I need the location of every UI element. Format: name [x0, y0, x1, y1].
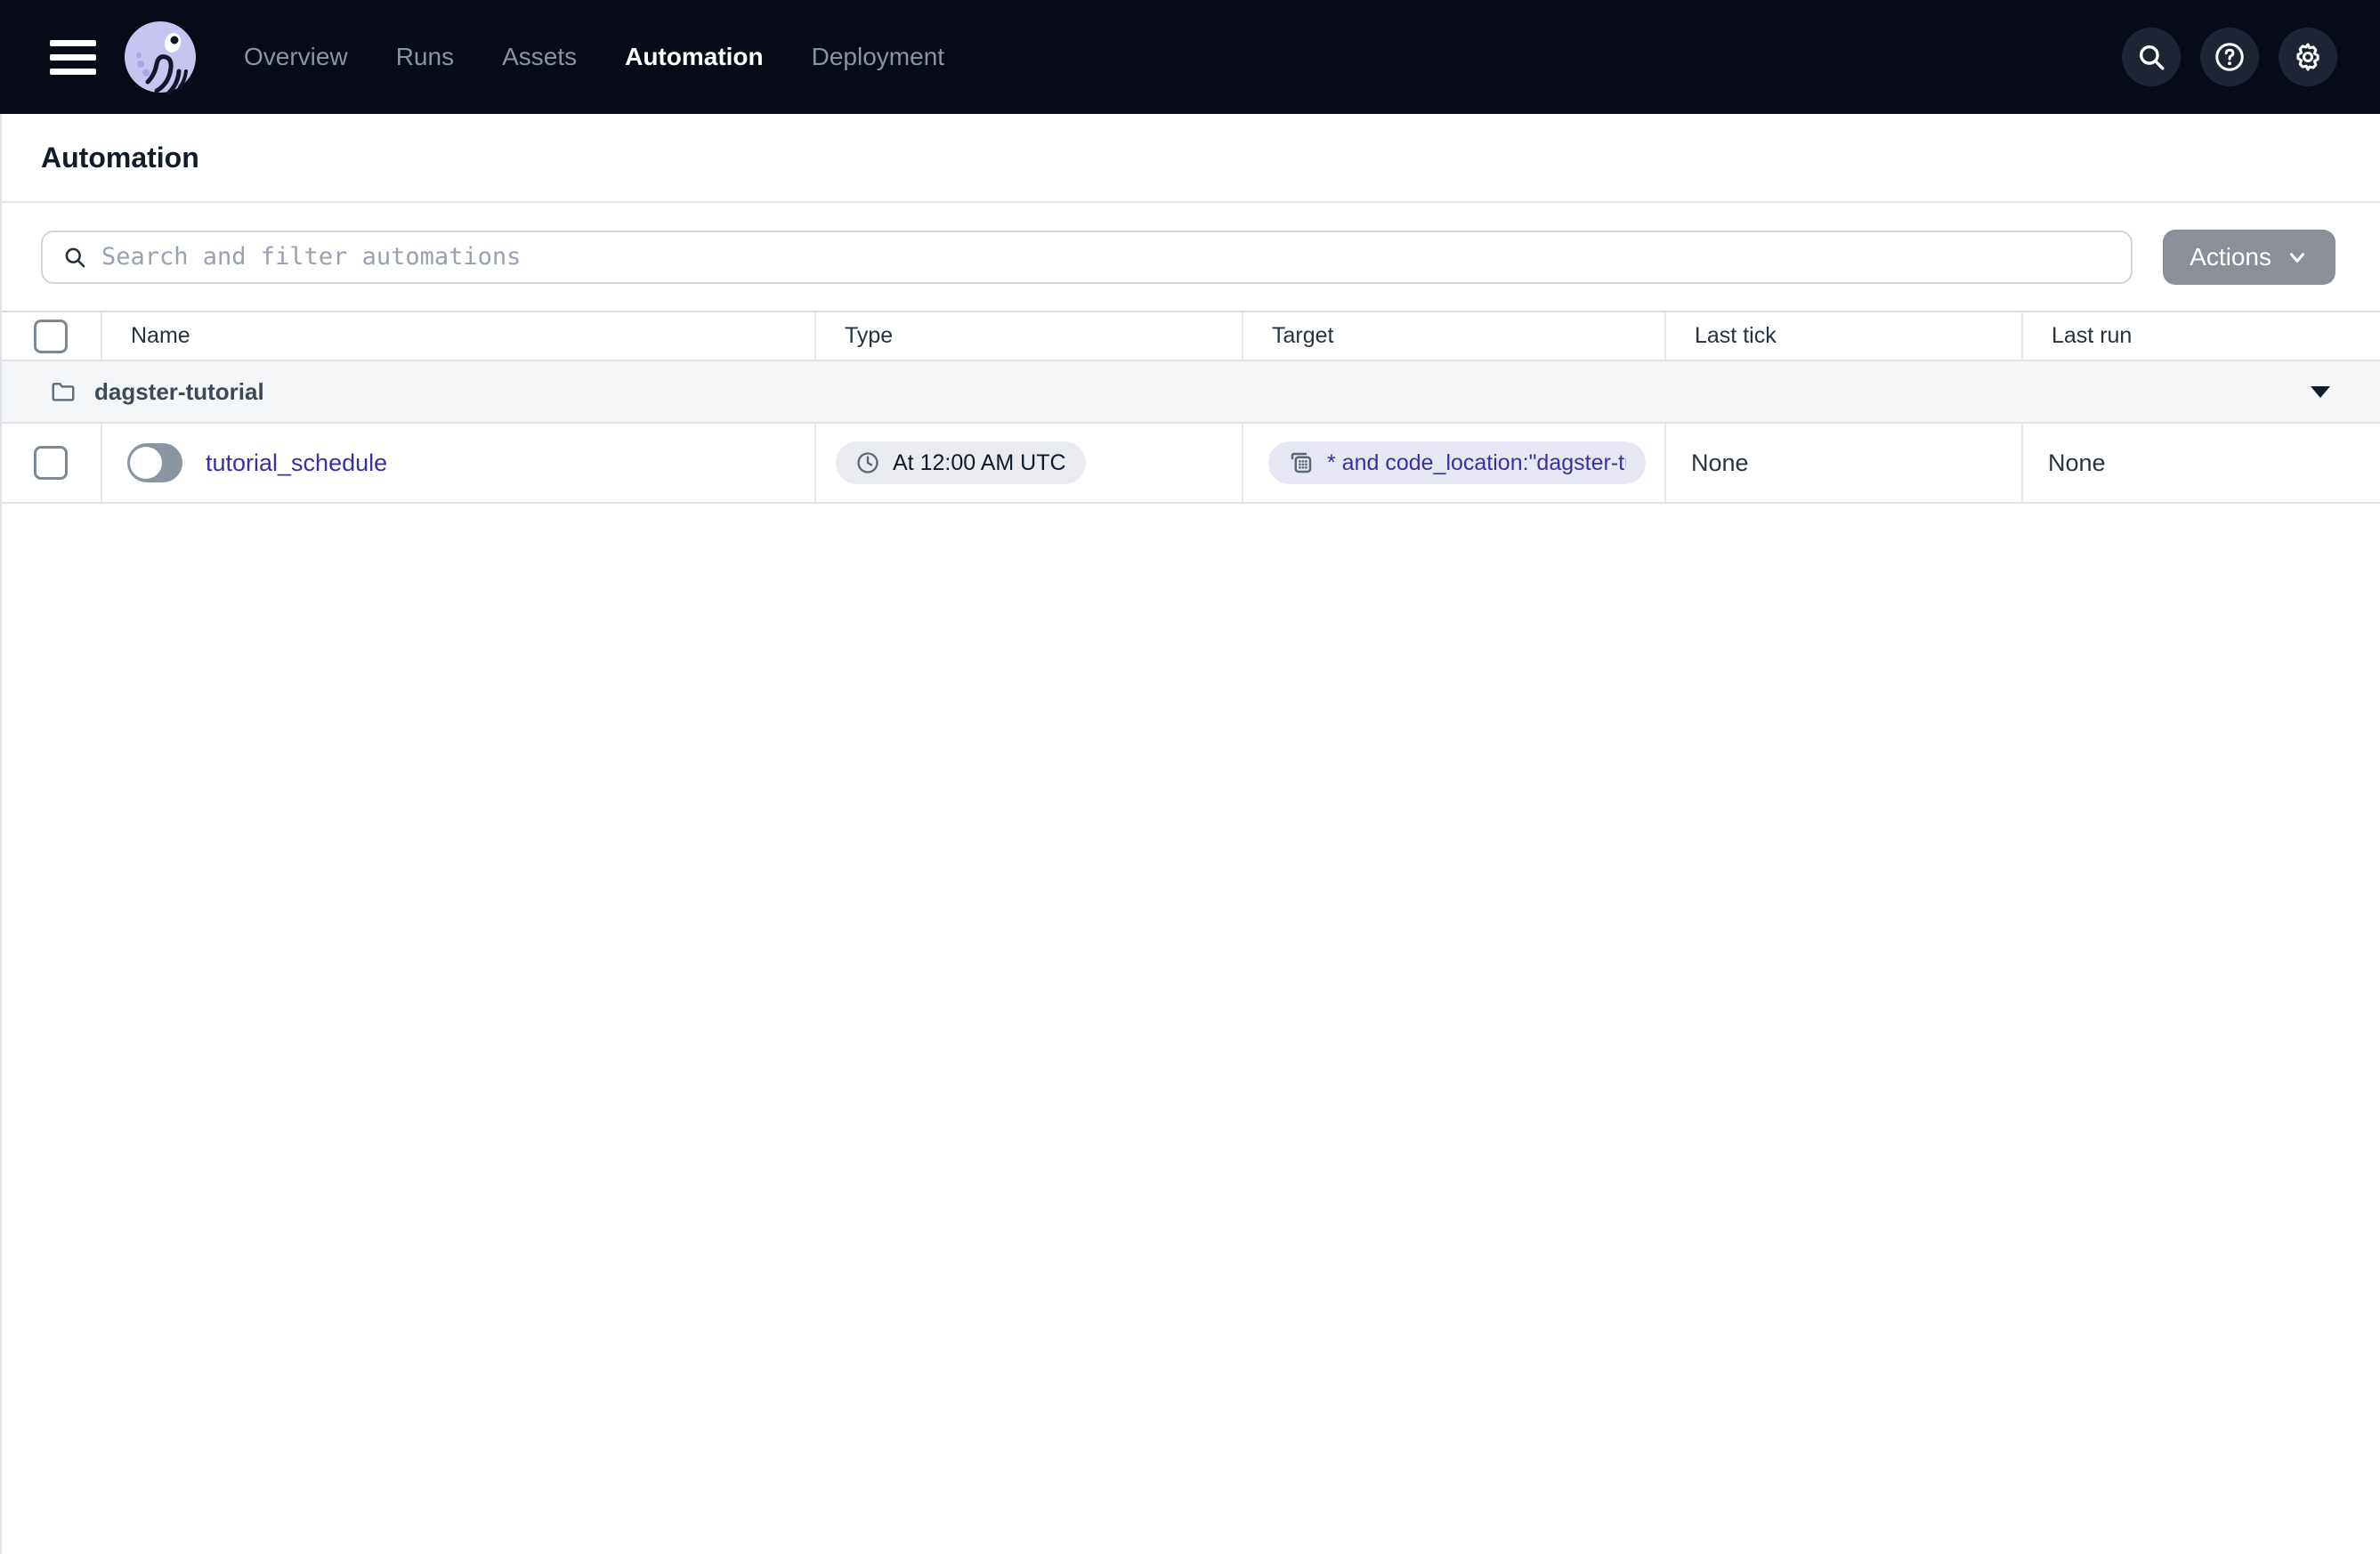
search-icon [2139, 45, 2165, 70]
actions-button[interactable]: Actions [2163, 229, 2335, 285]
asset-group-icon [1291, 452, 1312, 473]
automation-toggle-off[interactable] [127, 443, 182, 482]
dagster-logo[interactable] [123, 20, 198, 94]
help-icon [2215, 43, 2244, 71]
target-selection-badge[interactable]: * and code_location:"dagster-tut [1268, 441, 1646, 484]
row-checkbox-cell [0, 424, 102, 502]
nav-item-runs[interactable]: Runs [396, 43, 454, 71]
global-search-button[interactable] [2122, 28, 2181, 86]
search-icon [65, 247, 85, 267]
select-all-checkbox[interactable] [33, 319, 68, 353]
automations-table: Name Type Target Last tick Last run dags… [0, 311, 2380, 504]
clock-icon [857, 452, 878, 473]
menu-icon[interactable] [50, 39, 96, 75]
last-run-cell: None [2048, 449, 2106, 476]
column-header-last-tick: Last tick [1666, 312, 2023, 360]
target-cell: * and code_location:"dagster-tut [1243, 424, 1666, 502]
group-row-dagster-tutorial[interactable]: dagster-tutorial [0, 361, 2380, 424]
settings-button[interactable] [2279, 28, 2337, 86]
name-cell: tutorial_schedule [102, 424, 816, 502]
nav-item-automation[interactable]: Automation [625, 43, 764, 71]
header-checkbox-cell [0, 312, 102, 360]
schedule-type-label: At 12:00 AM UTC [893, 449, 1066, 475]
select-row-checkbox[interactable] [33, 446, 68, 480]
target-selection-label: * and code_location:"dagster-tut [1327, 449, 1626, 475]
caret-down-icon[interactable] [2311, 385, 2330, 398]
toggle-knob [130, 447, 162, 479]
column-header-type: Type [816, 312, 1243, 360]
column-header-last-run: Last run [2052, 323, 2133, 348]
column-header-name: Name [102, 312, 816, 360]
page-title: Automation [41, 141, 199, 174]
search-box [41, 230, 2133, 284]
automation-name-link[interactable]: tutorial_schedule [206, 449, 387, 477]
nav-item-overview[interactable]: Overview [244, 43, 348, 71]
toolbar: Actions [0, 203, 2380, 311]
nav-item-assets[interactable]: Assets [502, 43, 577, 71]
gear-icon [2296, 43, 2319, 71]
content-left-border [0, 114, 2, 1554]
top-nav: Overview Runs Assets Automation Deployme… [0, 0, 2380, 114]
group-label: dagster-tutorial [94, 377, 264, 405]
table-row-tutorial-schedule: tutorial_schedule At 12:00 AM UTC * and … [0, 424, 2380, 504]
chevron-down-icon [2289, 252, 2305, 263]
column-header-target: Target [1243, 312, 1666, 360]
automation-page: Overview Runs Assets Automation Deployme… [0, 0, 2380, 1554]
last-tick-cell: None [1666, 424, 2023, 502]
table-header-row: Name Type Target Last tick Last run [0, 312, 2380, 361]
search-input[interactable] [101, 243, 2112, 271]
schedule-type-badge: At 12:00 AM UTC [836, 441, 1086, 484]
folder-icon [52, 383, 75, 401]
help-button[interactable] [2200, 28, 2259, 86]
type-cell: At 12:00 AM UTC [816, 424, 1243, 502]
page-header: Automation [0, 114, 2380, 203]
nav-links: Overview Runs Assets Automation Deployme… [244, 43, 944, 71]
nav-item-deployment[interactable]: Deployment [812, 43, 944, 71]
actions-button-label: Actions [2190, 242, 2271, 271]
